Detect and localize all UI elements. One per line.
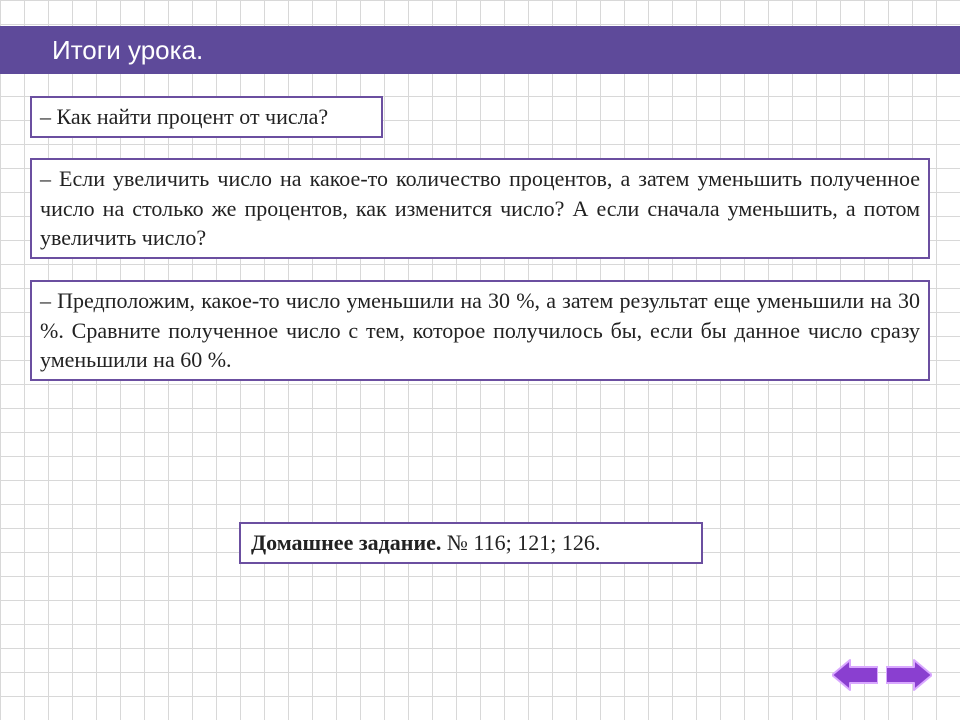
slide-title: Итоги урока. [52, 35, 203, 66]
question-box-3: – Предположим, какое-то число уменьшили … [30, 280, 930, 381]
question-3-text: – Предположим, какое-то число уменьшили … [40, 288, 920, 372]
question-box-2: – Если увеличить число на какое-то колич… [30, 158, 930, 259]
nav-controls [832, 658, 932, 692]
question-1-text: – Как найти процент от числа? [40, 104, 328, 129]
next-button[interactable] [886, 658, 932, 692]
homework-label: Домашнее задание. [251, 530, 441, 555]
prev-button[interactable] [832, 658, 878, 692]
homework-box: Домашнее задание. № 116; 121; 126. [239, 522, 703, 564]
question-box-1: – Как найти процент от числа? [30, 96, 383, 138]
arrow-right-icon [886, 658, 932, 692]
arrow-left-icon [832, 658, 878, 692]
slide-header: Итоги урока. [0, 26, 960, 74]
homework-numbers: № 116; 121; 126. [441, 530, 600, 555]
question-2-text: – Если увеличить число на какое-то колич… [40, 166, 920, 250]
